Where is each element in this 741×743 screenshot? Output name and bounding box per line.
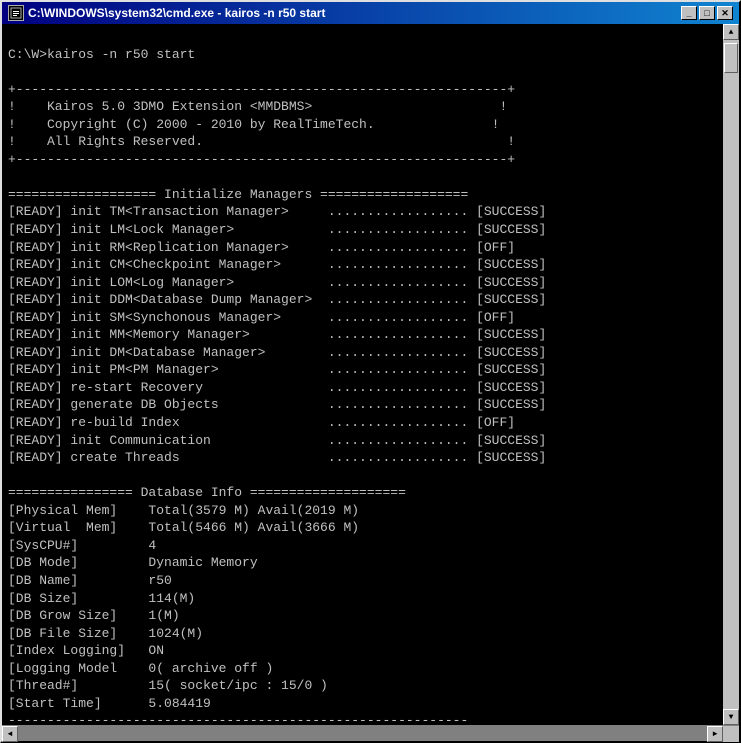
window-title: C:\WINDOWS\system32\cmd.exe - kairos -n …: [28, 6, 325, 20]
minimize-button[interactable]: _: [681, 6, 697, 20]
maximize-button[interactable]: □: [699, 6, 715, 20]
horizontal-scrollbar[interactable]: ◄ ►: [2, 725, 739, 741]
scroll-thumb-v[interactable]: [724, 43, 738, 73]
scrollbar-corner: [723, 726, 739, 742]
console-output: C:\W>kairos -n r50 start +--------------…: [2, 24, 723, 725]
title-bar-left: C:\WINDOWS\system32\cmd.exe - kairos -n …: [8, 5, 325, 21]
cmd-window: C:\WINDOWS\system32\cmd.exe - kairos -n …: [0, 0, 741, 743]
close-button[interactable]: ✕: [717, 6, 733, 20]
scroll-track-v[interactable]: [723, 40, 739, 709]
scroll-right-button[interactable]: ►: [707, 726, 723, 742]
scroll-up-button[interactable]: ▲: [723, 24, 739, 40]
window-controls: _ □ ✕: [681, 6, 733, 20]
scroll-down-button[interactable]: ▼: [723, 709, 739, 725]
vertical-scrollbar[interactable]: ▲ ▼: [723, 24, 739, 725]
title-bar: C:\WINDOWS\system32\cmd.exe - kairos -n …: [2, 2, 739, 24]
scroll-left-button[interactable]: ◄: [2, 726, 18, 742]
prompt-line: C:\W>kairos -n r50 start: [8, 47, 195, 62]
window-icon: [8, 5, 24, 21]
console-line: +---------------------------------------…: [8, 82, 546, 725]
scroll-track-h[interactable]: [18, 726, 707, 741]
